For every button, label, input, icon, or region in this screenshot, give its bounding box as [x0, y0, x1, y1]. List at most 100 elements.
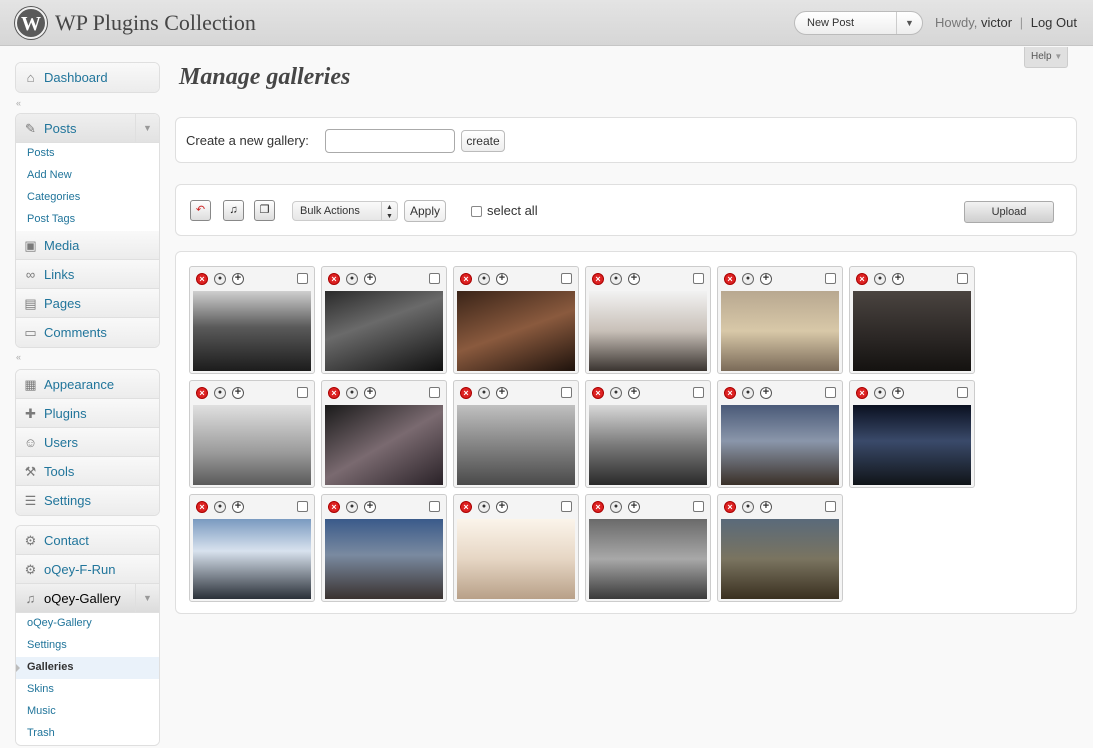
- delete-icon[interactable]: ×: [856, 273, 868, 285]
- bulk-actions-value[interactable]: Bulk Actions: [300, 205, 360, 217]
- menu-tools-label[interactable]: Tools: [44, 464, 74, 479]
- photo-thumbnail[interactable]: [457, 519, 575, 599]
- menu-posts[interactable]: ✎ Posts ▼: [16, 114, 159, 143]
- photo-thumbnail[interactable]: [193, 291, 311, 371]
- photo-tile[interactable]: × ● +: [189, 266, 315, 374]
- menu-comments-label[interactable]: Comments: [44, 325, 107, 340]
- set-cover-icon[interactable]: ●: [214, 273, 226, 285]
- menu-users[interactable]: ☺ Users: [16, 428, 159, 457]
- photo-thumbnail[interactable]: [457, 291, 575, 371]
- delete-icon[interactable]: ×: [196, 501, 208, 513]
- menu-dashboard-label[interactable]: Dashboard: [44, 70, 108, 85]
- photo-tile[interactable]: × ● +: [453, 494, 579, 602]
- photo-thumbnail[interactable]: [325, 519, 443, 599]
- delete-icon[interactable]: ×: [460, 273, 472, 285]
- menu-contact-label[interactable]: Contact: [44, 533, 89, 548]
- set-cover-icon[interactable]: ●: [610, 501, 622, 513]
- photo-thumbnail[interactable]: [589, 291, 707, 371]
- menu-pages-label[interactable]: Pages: [44, 296, 81, 311]
- photo-tile[interactable]: × ● +: [321, 266, 447, 374]
- new-post-label[interactable]: New Post: [807, 17, 854, 29]
- photo-tile[interactable]: × ● +: [849, 266, 975, 374]
- photo-thumbnail[interactable]: [193, 519, 311, 599]
- photo-tile[interactable]: × ● +: [717, 494, 843, 602]
- site-title[interactable]: WP Plugins Collection: [55, 10, 256, 36]
- restore-icon[interactable]: ↶: [190, 200, 211, 221]
- set-cover-icon[interactable]: ●: [742, 387, 754, 399]
- delete-icon[interactable]: ×: [856, 387, 868, 399]
- photo-checkbox[interactable]: [693, 387, 704, 398]
- select-all-checkbox[interactable]: [471, 206, 482, 217]
- set-cover-icon[interactable]: ●: [610, 273, 622, 285]
- menu-posts-label[interactable]: Posts: [44, 121, 77, 136]
- menu-links[interactable]: ∞ Links: [16, 260, 159, 289]
- menu-appearance-label[interactable]: Appearance: [44, 377, 114, 392]
- set-cover-icon[interactable]: ●: [346, 387, 358, 399]
- delete-icon[interactable]: ×: [592, 273, 604, 285]
- menu-media-label[interactable]: Media: [44, 238, 79, 253]
- delete-icon[interactable]: ×: [724, 387, 736, 399]
- delete-icon[interactable]: ×: [460, 501, 472, 513]
- view-icon[interactable]: +: [628, 387, 640, 399]
- view-icon[interactable]: +: [760, 387, 772, 399]
- bulk-actions-select[interactable]: Bulk Actions ▲ ▼: [292, 201, 398, 221]
- view-icon[interactable]: +: [892, 273, 904, 285]
- photo-tile[interactable]: × ● +: [189, 494, 315, 602]
- view-icon[interactable]: +: [232, 273, 244, 285]
- logout-link[interactable]: Log Out: [1031, 15, 1077, 30]
- view-icon[interactable]: +: [364, 501, 376, 513]
- menu-tools[interactable]: ⚒ Tools: [16, 457, 159, 486]
- photo-checkbox[interactable]: [429, 273, 440, 284]
- photo-thumbnail[interactable]: [589, 519, 707, 599]
- photo-tile[interactable]: × ● +: [585, 266, 711, 374]
- create-button[interactable]: create: [461, 130, 505, 152]
- submenu-settings[interactable]: Settings: [16, 635, 159, 657]
- view-icon[interactable]: +: [496, 273, 508, 285]
- menu-media[interactable]: ▣ Media: [16, 231, 159, 260]
- photo-checkbox[interactable]: [825, 387, 836, 398]
- photo-thumbnail[interactable]: [721, 291, 839, 371]
- help-tab[interactable]: Help ▼: [1024, 47, 1068, 68]
- photo-tile[interactable]: × ● +: [717, 266, 843, 374]
- delete-icon[interactable]: ×: [328, 501, 340, 513]
- view-icon[interactable]: +: [232, 501, 244, 513]
- delete-icon[interactable]: ×: [328, 273, 340, 285]
- collapse-separator-icon[interactable]: «: [16, 352, 21, 362]
- menu-appearance[interactable]: ▦ Appearance: [16, 370, 159, 399]
- view-icon[interactable]: +: [760, 273, 772, 285]
- photo-checkbox[interactable]: [693, 273, 704, 284]
- photo-thumbnail[interactable]: [853, 291, 971, 371]
- view-icon[interactable]: +: [628, 501, 640, 513]
- wordpress-logo-icon[interactable]: W: [15, 7, 47, 39]
- menu-contact[interactable]: ⚙ Contact: [16, 526, 159, 555]
- photo-thumbnail[interactable]: [193, 405, 311, 485]
- copy-icon[interactable]: ❐: [254, 200, 275, 221]
- set-cover-icon[interactable]: ●: [478, 273, 490, 285]
- photo-thumbnail[interactable]: [325, 405, 443, 485]
- photo-checkbox[interactable]: [297, 273, 308, 284]
- set-cover-icon[interactable]: ●: [874, 387, 886, 399]
- photo-thumbnail[interactable]: [589, 405, 707, 485]
- photo-tile[interactable]: × ● +: [453, 380, 579, 488]
- submenu-add-new[interactable]: Add New: [16, 165, 159, 187]
- delete-icon[interactable]: ×: [724, 501, 736, 513]
- photo-checkbox[interactable]: [297, 387, 308, 398]
- view-icon[interactable]: +: [892, 387, 904, 399]
- photo-tile[interactable]: × ● +: [585, 380, 711, 488]
- collapse-separator-icon[interactable]: «: [16, 98, 21, 108]
- set-cover-icon[interactable]: ●: [742, 501, 754, 513]
- photo-thumbnail[interactable]: [721, 405, 839, 485]
- view-icon[interactable]: +: [232, 387, 244, 399]
- help-label[interactable]: Help: [1031, 51, 1052, 62]
- submenu-music[interactable]: Music: [16, 701, 159, 723]
- delete-icon[interactable]: ×: [592, 387, 604, 399]
- view-icon[interactable]: +: [496, 501, 508, 513]
- photo-checkbox[interactable]: [825, 273, 836, 284]
- upload-button[interactable]: Upload: [964, 201, 1054, 223]
- view-icon[interactable]: +: [364, 273, 376, 285]
- submenu-posts[interactable]: Posts: [16, 143, 159, 165]
- photo-tile[interactable]: × ● +: [585, 494, 711, 602]
- photo-thumbnail[interactable]: [853, 405, 971, 485]
- chevron-down-icon[interactable]: ▼: [135, 584, 159, 612]
- menu-dashboard[interactable]: ⌂ Dashboard: [16, 63, 159, 92]
